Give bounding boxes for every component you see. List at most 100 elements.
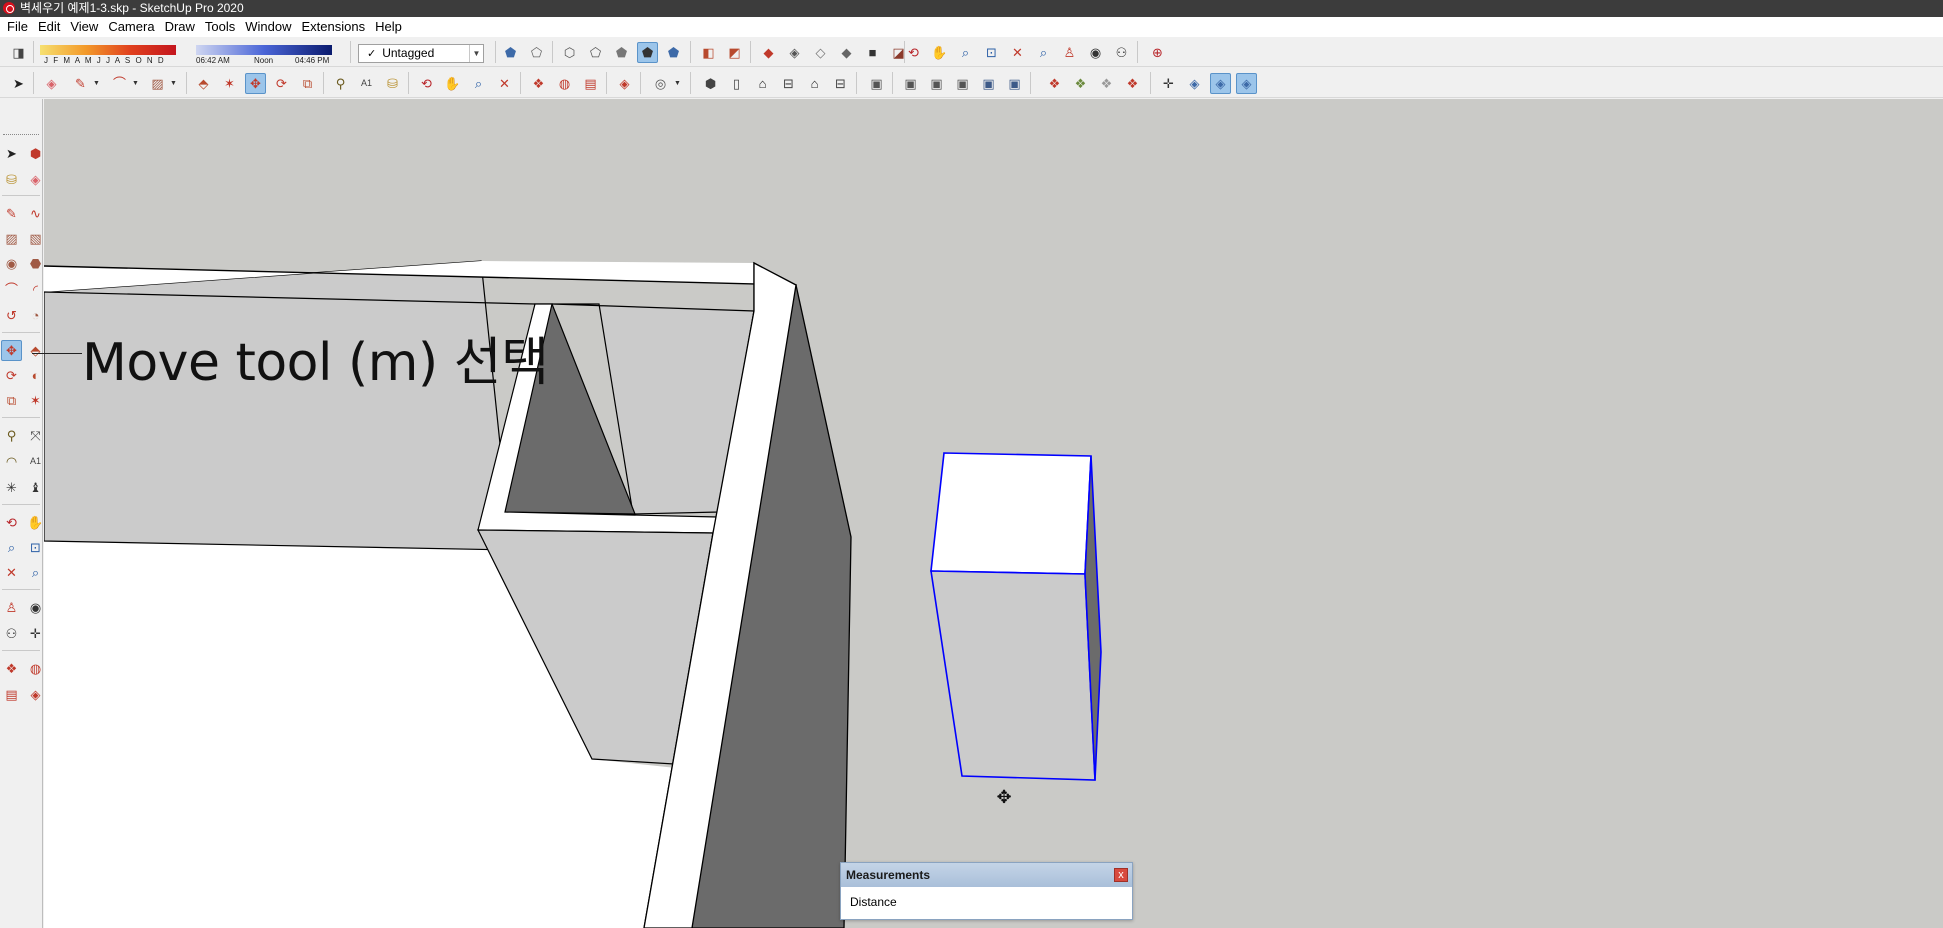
rotate-icon[interactable]: ⟳	[1, 365, 22, 386]
extension-warehouse-icon[interactable]: ◈	[25, 684, 46, 705]
display-section-cuts-icon[interactable]: ◈	[1236, 73, 1257, 94]
rotate-icon[interactable]: ⟳	[271, 73, 292, 94]
orbit-icon[interactable]: ⟲	[416, 73, 437, 94]
shaded-icon[interactable]: ⬟	[611, 42, 632, 63]
three-point-arc-icon[interactable]: ↺	[1, 305, 22, 326]
move-icon[interactable]: ✥	[1, 340, 22, 361]
section-cuts-icon[interactable]: ◆	[758, 42, 779, 63]
rectangle-icon[interactable]: ▨	[147, 73, 168, 94]
zoom-extents-icon[interactable]: ✕	[1, 562, 22, 583]
warehouse-icon[interactable]: ◈	[614, 73, 635, 94]
hidden-objects-icon[interactable]: ■	[862, 42, 883, 63]
styles-icon[interactable]: ▤	[580, 73, 601, 94]
select-icon[interactable]: ➤	[8, 73, 29, 94]
rectangle-icon[interactable]: ▨	[1, 228, 22, 249]
position-camera-icon[interactable]: ♙	[1059, 42, 1080, 63]
top-view-icon[interactable]: ▯	[726, 73, 747, 94]
pie-icon[interactable]: ◔	[25, 305, 46, 326]
ruby-console-icon[interactable]: ❖	[1096, 73, 1117, 94]
instructor-icon[interactable]: ▣	[978, 73, 999, 94]
push-pull-icon[interactable]: ⬘	[193, 73, 214, 94]
two-point-arc-icon[interactable]: ◜	[25, 279, 46, 300]
shadow-date-slider[interactable]	[40, 45, 176, 55]
components-icon[interactable]: ❖	[528, 73, 549, 94]
dimension-icon[interactable]: ⤧	[25, 425, 46, 446]
previous-view-icon[interactable]: ⌕	[1033, 42, 1054, 63]
menu-view[interactable]: View	[65, 17, 103, 37]
zoom-icon[interactable]: ⌕	[1, 537, 22, 558]
pencil-icon[interactable]: ✎	[70, 73, 91, 94]
position-camera-icon[interactable]: ♙	[1, 597, 22, 618]
walk-icon[interactable]: ⚇	[1111, 42, 1132, 63]
pan-icon[interactable]: ✋	[25, 512, 46, 533]
scenes-icon[interactable]: ▣	[926, 73, 947, 94]
left-view-icon[interactable]: ⊟	[830, 73, 851, 94]
select-icon[interactable]: ➤	[1, 143, 22, 164]
protractor-icon[interactable]: ◠	[1, 451, 22, 472]
extension-warehouse-icon[interactable]: ❖	[1044, 73, 1065, 94]
zoom-extents-icon[interactable]: ✕	[494, 73, 515, 94]
freehand-icon[interactable]: ∿	[25, 203, 46, 224]
shadow-time-slider[interactable]	[196, 45, 332, 55]
tape-measure-icon[interactable]: ⚲	[1, 425, 22, 446]
zoom-window-icon[interactable]: ⊡	[981, 42, 1002, 63]
menu-window[interactable]: Window	[240, 17, 296, 37]
hidden-line-icon[interactable]: ⬠	[585, 42, 606, 63]
line-icon[interactable]: ✎	[1, 203, 22, 224]
eraser-icon[interactable]: ◈	[25, 169, 46, 190]
menu-file[interactable]: File	[2, 17, 33, 37]
shaded-style-icon[interactable]: ◆	[836, 42, 857, 63]
pan-icon[interactable]: ✋	[442, 73, 463, 94]
pan-icon[interactable]: ✋	[929, 42, 950, 63]
materials-icon[interactable]: ◍	[554, 73, 575, 94]
section-display-icon[interactable]: ◩	[724, 42, 745, 63]
arc-icon[interactable]: ⌒	[109, 73, 130, 94]
section-plane-icon[interactable]: ✛	[25, 623, 46, 644]
arc-icon[interactable]: ⌒	[1, 279, 22, 300]
hidden-geometry-icon[interactable]: ◇	[810, 42, 831, 63]
display-section-planes-icon[interactable]: ◈	[1210, 73, 1231, 94]
tape-measure-icon[interactable]: ⚲	[330, 73, 351, 94]
push-pull-icon[interactable]: ⬘	[25, 340, 46, 361]
iso-view-icon[interactable]: ⬢	[700, 73, 721, 94]
back-edges-icon[interactable]: ⬠	[526, 42, 547, 63]
wireframe-icon[interactable]: ⬡	[559, 42, 580, 63]
circle-icon[interactable]: ◉	[1, 253, 22, 274]
scale-icon[interactable]: ⧉	[297, 73, 318, 94]
axes-icon[interactable]: ✳	[1, 477, 22, 498]
eraser-icon[interactable]: ◨	[8, 42, 29, 63]
move-icon[interactable]: ✥	[245, 73, 266, 94]
menu-draw[interactable]: Draw	[160, 17, 200, 37]
section-plane-tool-icon[interactable]: ◈	[1184, 73, 1205, 94]
front-view-icon[interactable]: ⌂	[752, 73, 773, 94]
orbit-icon[interactable]: ⟲	[1, 512, 22, 533]
section-plane-icon[interactable]: ◧	[698, 42, 719, 63]
solid-tools-icon[interactable]: ❖	[1122, 73, 1143, 94]
previous-view-icon[interactable]: ⌕	[25, 562, 46, 583]
axes-icon[interactable]: ✛	[1158, 73, 1179, 94]
menu-camera[interactable]: Camera	[103, 17, 159, 37]
back-view-icon[interactable]: ⌂	[804, 73, 825, 94]
look-around-icon[interactable]: ◉	[25, 597, 46, 618]
text-icon[interactable]: A1	[356, 73, 377, 94]
menu-extensions[interactable]: Extensions	[297, 17, 371, 37]
look-around-icon[interactable]: ◉	[1085, 42, 1106, 63]
entity-info-icon[interactable]: ▣	[952, 73, 973, 94]
tag-dropdown[interactable]: ✓ Untagged ▼	[358, 44, 484, 63]
send-to-layout-icon[interactable]: ▤	[1, 684, 22, 705]
zoom-window-icon[interactable]: ⊡	[25, 537, 46, 558]
menu-help[interactable]: Help	[370, 17, 407, 37]
components-icon[interactable]: ❖	[1, 658, 22, 679]
geo-location-icon[interactable]: ⊕	[1147, 42, 1168, 63]
measurements-field[interactable]: Distance	[841, 887, 1132, 919]
zoom-icon[interactable]: ⌕	[955, 42, 976, 63]
close-icon[interactable]: x	[1114, 868, 1128, 882]
paint-bucket-icon[interactable]: ⛁	[382, 73, 403, 94]
follow-me-icon[interactable]: ◐	[25, 365, 46, 386]
fog-icon[interactable]: ▣	[1004, 73, 1025, 94]
menu-tools[interactable]: Tools	[200, 17, 240, 37]
zoom-icon[interactable]: ⌕	[468, 73, 489, 94]
polygon-icon[interactable]: ⬣	[25, 253, 46, 274]
xray-icon[interactable]: ⬟	[500, 42, 521, 63]
rotated-rectangle-icon[interactable]: ▧	[25, 228, 46, 249]
